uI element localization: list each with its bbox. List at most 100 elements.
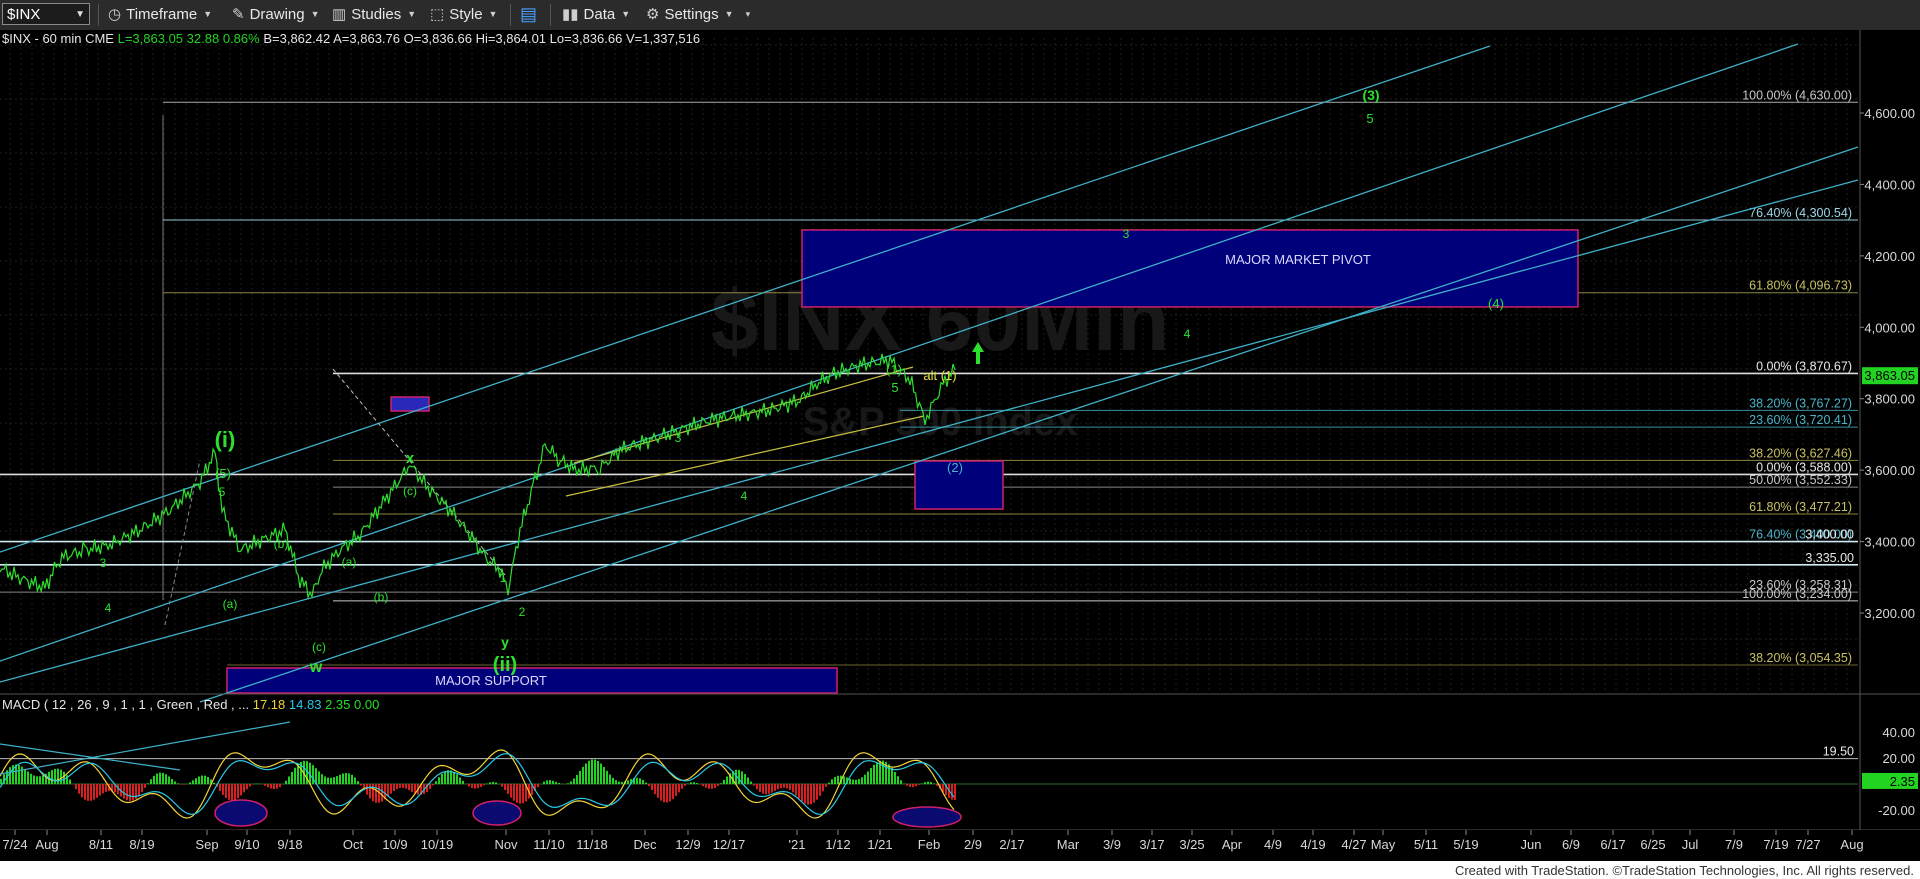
studies-button[interactable]: ▥ Studies ▼: [332, 3, 416, 25]
macd-diff: 2.35: [325, 697, 351, 712]
macd-hist-bar: [582, 766, 584, 784]
macd-hist-bar: [918, 784, 920, 785]
macd-hist-bar: [351, 774, 353, 784]
time-tick-label: 5/19: [1453, 837, 1478, 852]
time-tick-label: 8/11: [89, 837, 113, 852]
macd-hist-bar: [801, 784, 803, 802]
macd-hist-bar: [195, 778, 197, 784]
macd-hist-bar: [105, 784, 107, 792]
macd-hist-bar: [870, 768, 872, 784]
wave-label: (3): [1362, 87, 1379, 103]
macd-zero: 0.00: [354, 697, 380, 712]
wave-label: 5: [891, 380, 898, 395]
macd-hist-bar: [312, 765, 314, 784]
wave2-label: (2): [947, 460, 963, 475]
macd-hist-bar: [600, 763, 602, 784]
fib-label: 0.00% (3,870.67): [1756, 359, 1852, 373]
style-button[interactable]: ⬚ Style ▼: [430, 3, 497, 25]
quote-bid: B=3,862.42: [263, 31, 331, 46]
macd-hist-bar: [648, 784, 650, 787]
time-tick-label: 5/11: [1414, 837, 1438, 852]
fib-label: 100.00% (3,234.00): [1742, 587, 1852, 601]
timeframe-button[interactable]: ◷ Timeframe ▼: [108, 3, 212, 25]
settings-button[interactable]: ⚙ Settings ▼ ▾: [646, 3, 750, 25]
macd-hist-bar: [702, 784, 704, 787]
macd-hist-bar: [18, 765, 20, 784]
macd-hist-bar: [333, 777, 335, 784]
macd-hist-bar: [891, 767, 893, 784]
macd-hist-bar: [645, 782, 647, 784]
macd-hist-bar: [330, 777, 332, 784]
quote-high: Hi=3,864.01: [475, 31, 547, 46]
macd-hist-bar: [768, 784, 770, 794]
macd-hist-bar: [507, 784, 509, 794]
major-market-pivot-label: MAJOR MARKET PIVOT: [1225, 252, 1371, 267]
time-tick-label: 6/17: [1600, 837, 1625, 852]
macd-hist-bar: [138, 784, 140, 797]
macd-hist-bar: [354, 777, 356, 784]
macd-hist-bar: [612, 777, 614, 784]
macd-hist-bar: [147, 783, 149, 784]
macd-hist-bar: [27, 771, 29, 784]
time-tick-label: 10/19: [421, 837, 454, 852]
macd-hist-bar: [237, 784, 239, 799]
time-tick-label: 4/9: [1264, 837, 1282, 852]
macd-hist-bar: [360, 784, 362, 786]
style-icon: ⬚: [430, 6, 445, 23]
macd-hist-bar: [165, 774, 167, 784]
macd-hist-bar: [567, 783, 569, 784]
chevron-down-icon: ▼: [488, 9, 498, 19]
drawing-button[interactable]: ✎ Drawing ▼: [232, 3, 320, 25]
price-tick-label: 4,000.00: [1864, 320, 1915, 335]
macd-hist-bar: [780, 784, 782, 789]
wave-label: 5: [1366, 111, 1373, 126]
level-label: 3,335.00: [1805, 551, 1854, 565]
data-bars-icon: ▮▮: [562, 6, 579, 23]
time-tick-label: 12/17: [713, 837, 746, 852]
price-chart[interactable]: $INX 60Min S&P 500 Index 100.00% (4,630.…: [0, 30, 1920, 861]
macd-hist-bar: [555, 781, 557, 784]
macd-hist-bar: [873, 764, 875, 784]
last-price-label: 3,863.05: [1864, 368, 1915, 383]
macd-hist-bar: [660, 784, 662, 801]
wave-label: (ii): [493, 654, 517, 676]
macd-hist-bar: [777, 784, 779, 790]
quote-change: 32.88: [186, 31, 220, 46]
wave-label: (a): [223, 597, 238, 611]
price-tick-label: 3,600.00: [1864, 463, 1915, 478]
macd-hist-bar: [666, 784, 668, 803]
macd-hist-bar: [471, 784, 473, 789]
time-tick-label: 3/17: [1139, 837, 1164, 852]
macd-hist-bar: [876, 762, 878, 784]
macd-hist-bar: [294, 767, 296, 784]
time-tick-label: 2/9: [964, 837, 982, 852]
chevron-down-icon: ▼: [75, 9, 85, 20]
macd-hist-bar: [663, 784, 665, 803]
macd-hist-bar: [99, 784, 101, 796]
price-tick-label: 3,400.00: [1864, 535, 1915, 550]
macd-hist-bar: [36, 776, 38, 784]
macd-hist-bar: [324, 776, 326, 784]
time-tick-label: 9/10: [234, 837, 259, 852]
macd-hist-bar: [432, 784, 434, 786]
time-tick-label: 10/9: [382, 837, 407, 852]
macd-hist-bar: [906, 784, 908, 786]
macd-hist-bar: [429, 784, 431, 790]
macd-hist-bar: [714, 784, 716, 788]
macd-hist-bar: [222, 784, 224, 795]
macd-hist-bar: [726, 776, 728, 784]
macd-hist-bar: [63, 771, 65, 784]
macd-hist-bar: [252, 784, 254, 785]
data-button[interactable]: ▮▮ Data ▼: [562, 3, 630, 25]
layout-button[interactable]: ▤: [520, 3, 542, 25]
fib-label: 50.00% (3,552.33): [1749, 473, 1852, 487]
macd-hist-bar: [516, 784, 518, 803]
macd-hist-bar: [447, 770, 449, 784]
chevron-down-icon: ▾: [745, 8, 751, 19]
macd-hist-bar: [837, 775, 839, 784]
macd-hist-bar: [69, 779, 71, 784]
macd-header: MACD ( 12 , 26 , 9 , 1 , 1 , Green , Red…: [2, 697, 379, 712]
macd-hist-bar: [936, 784, 938, 786]
symbol-input[interactable]: $INX ▼: [2, 3, 90, 25]
time-tick-label: 1/12: [825, 837, 850, 852]
